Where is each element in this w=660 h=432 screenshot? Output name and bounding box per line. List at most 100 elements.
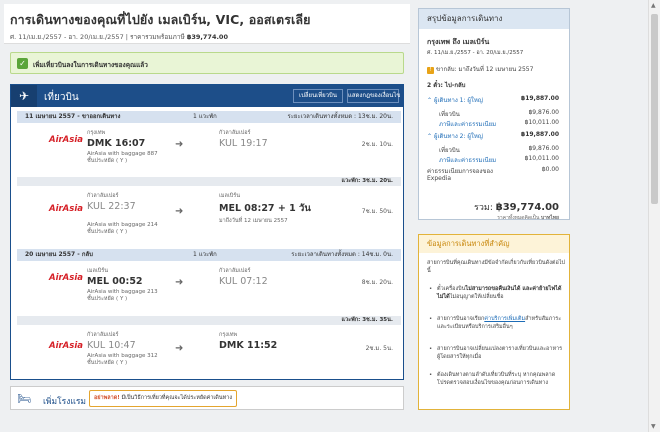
rules-button[interactable]: แสดงกฎของเงื่อนไข [347,89,400,103]
price-label: ราคารวมพร้อมภาษี [130,33,185,41]
flights-panel: ✈ เที่ยวบิน เปลี่ยนเที่ยวบิน แสดงกฎของเง… [10,84,404,380]
outbound-leg-1[interactable]: AirAsia กรุงเทพ DMK 16:07 AirAsia with b… [17,125,401,175]
change-flight-button[interactable]: เปลี่ยนเที่ยวบิน [293,89,343,103]
bed-icon: 🛏 [17,392,31,405]
dep-time: DMK 16:07 [87,138,146,149]
return-leg-2[interactable]: AirAsia กัวลาลัมเปอร์ KUL 10:47 AirAsia … [17,327,401,377]
important-info: ข้อมูลการเดินทางที่สำคัญ สายการบินที่คุณ… [418,234,570,410]
traveler-2-flight: ฿9,876.00 [528,145,559,152]
arrow-right-icon: ➜ [175,206,184,217]
traveler-1-toggle[interactable]: ⌃ ผู้เดินทาง 1: ผู้ใหญ่ [427,95,483,105]
flight-number: AirAsia with baggage 214 [87,222,158,228]
info-intro: สายการบินที่คุณเดินทางมีข้อจำกัดเกี่ยวกั… [427,260,566,274]
add-hotel-bar[interactable]: 🛏 เพิ่มโรงแรม อย่าพลาด! มีเป็นวิธีการเที… [10,386,404,410]
arrival: กัวลาลัมเปอร์ KUL 07:12 [219,267,268,287]
dep-city: เมลเบิร์น [87,268,108,274]
traveler-1-tax: ฿10,011.00 [524,119,559,126]
currency-note: ราคาทั้งหมดคิดเป็น บาทไทย [497,214,559,222]
flight-number: AirAsia with baggage 213 [87,289,158,295]
trip-summary: สรุปข้อมูลการเดินทาง กรุงเทพ ถึง เมลเบิร… [418,8,570,222]
flight-label: เที่ยวบิน [439,111,460,118]
return-note: ! ขากลับ: มาถึงวันที่ 12 เมษายน 2557 [427,64,533,74]
arr-time: MEL 08:27 + 1 วัน [219,203,311,214]
dep-city: กรุงเทพ [87,130,106,136]
outbound-total-duration: ระยะเวลาเดินทางทั้งหมด : 13ช.ม. 20น. [287,113,393,120]
outbound-stops: 1 แวะพัก [193,113,217,120]
fee-provider: Expedia [427,175,451,182]
traveler-2-total: ฿19,887.00 [521,131,559,138]
flight-number: AirAsia with baggage 312 [87,353,158,359]
trip-price: ฿39,774.00 [186,33,228,41]
outbound-layover: แวะพัก: 3ช.ม. 20น. [17,177,401,186]
return-date: 20 เมษายน 2557 - กลับ [25,251,93,258]
leg-duration: 2ช.ม. 10น. [361,141,393,148]
flight-number: AirAsia with baggage 887 [87,151,158,157]
departure: กัวลาลัมเปอร์ KUL 22:37 AirAsia with bag… [87,192,158,236]
airasia-logo: AirAsia [49,204,83,214]
layover-text: แวะพัก: 3ช.ม. 20น. [341,178,393,184]
checkmark-icon: ✓ [17,58,28,69]
arrow-right-icon: ➜ [175,343,184,354]
return-leg-1[interactable]: AirAsia เมลเบิร์น MEL 00:52 AirAsia with… [17,263,401,313]
arrow-right-icon: ➜ [175,139,184,150]
traveler-2-toggle[interactable]: ⌃ ผู้เดินทาง 2: ผู้ใหญ่ [427,131,483,141]
arrow-right-icon: ➜ [175,277,184,288]
dep-city: กัวลาลัมเปอร์ [87,332,119,338]
arr-time: DMK 11:52 [219,340,278,351]
total-price: รวม: ฿39,774.00 [474,200,559,214]
info-bullet-3: สายการบินอาจเปลี่ยนแปลงตารางเที่ยวบินและ… [429,345,565,361]
page-title: การเดินทางของคุณที่ไปยัง เมลเบิร์น, VIC,… [10,12,311,27]
leg-duration: 8ช.ม. 20น. [361,279,393,286]
arr-city: เมลเบิร์น [219,193,240,199]
airasia-logo: AirAsia [49,341,83,351]
cabin-class: ชั้นประหยัด ( Y ) [87,229,128,235]
cabin-class: ชั้นประหยัด ( Y ) [87,360,128,366]
currency-note-text: ราคาทั้งหมดคิดเป็น [497,215,540,221]
traveler-2-label: ผู้เดินทาง 2: ผู้ใหญ่ [433,133,483,140]
info-bullet-4: ต้องเดินทางตามลำดับเที่ยวบินที่ระบุ หากค… [429,371,565,387]
scrollbar[interactable]: ▲ ▼ [648,0,660,432]
traveler-1-label: ผู้เดินทาง 1: ผู้ใหญ่ [433,97,483,104]
tax-link[interactable]: ภาษีและค่าธรรมเนียม [439,155,496,165]
leg-duration: 7ช.ม. 50น. [361,208,393,215]
airplane-icon: ✈ [11,85,37,107]
confirmation-banner: ✓ เพิ่มเที่ยวบินลงในการเดินทางของคุณแล้ว [10,52,404,74]
extra-fees-link[interactable]: ค่าบริการเพิ่มเติม [484,316,525,322]
b1-post: ไม่อนุญาตให้เปลี่ยนชื่อ [449,294,504,300]
total-value: ฿39,774.00 [495,202,559,213]
return-segment-header: 20 เมษายน 2557 - กลับ 1 แวะพัก ระยะเวลาเ… [17,249,401,261]
airasia-logo: AirAsia [49,273,83,283]
outbound-segment-header: 11 เมษายน 2557 - ขาออกเดินทาง 1 แวะพัก ร… [17,111,401,123]
booking-fee: ฿0.00 [541,166,559,173]
arr-time: KUL 19:17 [219,138,268,149]
traveler-2-tax: ฿10,011.00 [524,155,559,162]
summary-route: กรุงเทพ ถึง เมลเบิร์น [427,38,490,46]
departure: กัวลาลัมเปอร์ KUL 10:47 AirAsia with bag… [87,331,158,367]
total-label: รวม: [474,203,493,213]
info-bullet-2: สายการบินอาจเรียกค่าบริการเพิ่มเติมสำหรั… [429,315,565,331]
trip-header: การเดินทางของคุณที่ไปยัง เมลเบิร์น, VIC,… [4,4,410,44]
arrival: เมลเบิร์น MEL 08:27 + 1 วัน มาถึงวันที่ … [219,192,311,225]
summary-title: สรุปข้อมูลการเดินทาง [419,9,569,29]
flights-header: ✈ เที่ยวบิน เปลี่ยนเที่ยวบิน แสดงกฎของเง… [11,85,403,107]
flights-title: เที่ยวบิน [44,92,79,103]
departure: เมลเบิร์น MEL 00:52 AirAsia with baggage… [87,267,158,303]
return-total-duration: ระยะเวลาเดินทางทั้งหมด : 14ช.ม. 0น. [291,251,393,258]
trip-dates-text: ศ. 11/เม.ย./2557 - อา. 20/เม.ย./2557 [10,33,124,41]
arr-time: KUL 07:12 [219,276,268,287]
page: การเดินทางของคุณที่ไปยัง เมลเบิร์น, VIC,… [0,0,660,432]
tickets: 2 ตั๋ว: ไป-กลับ [427,82,466,89]
outbound-leg-2[interactable]: AirAsia กัวลาลัมเปอร์ KUL 22:37 AirAsia … [17,188,401,244]
scroll-up-icon[interactable]: ▲ [651,2,656,9]
cabin-class: ชั้นประหยัด ( Y ) [87,158,128,164]
arrival: กรุงเทพ DMK 11:52 [219,331,277,351]
scroll-thumb[interactable] [651,14,658,204]
hotel-promo-tip: อย่าพลาด! มีเป็นวิธีการเที่ยวที่คุณจะได้… [89,390,238,407]
add-hotel-label[interactable]: เพิ่มโรงแรม [43,394,86,408]
info-bullet-1: ตั๋วเครื่องบินไม่สามารถขอคืนเงินได้ และค… [429,285,565,301]
leg-duration: 2ช.ม. 5น. [365,345,393,352]
scroll-down-icon[interactable]: ▼ [651,423,656,430]
return-layover: แวะพัก: 3ช.ม. 35น. [17,316,401,325]
arrival: กัวลาลัมเปอร์ KUL 19:17 [219,129,268,149]
tax-link[interactable]: ภาษีและค่าธรรมเนียม [439,119,496,129]
